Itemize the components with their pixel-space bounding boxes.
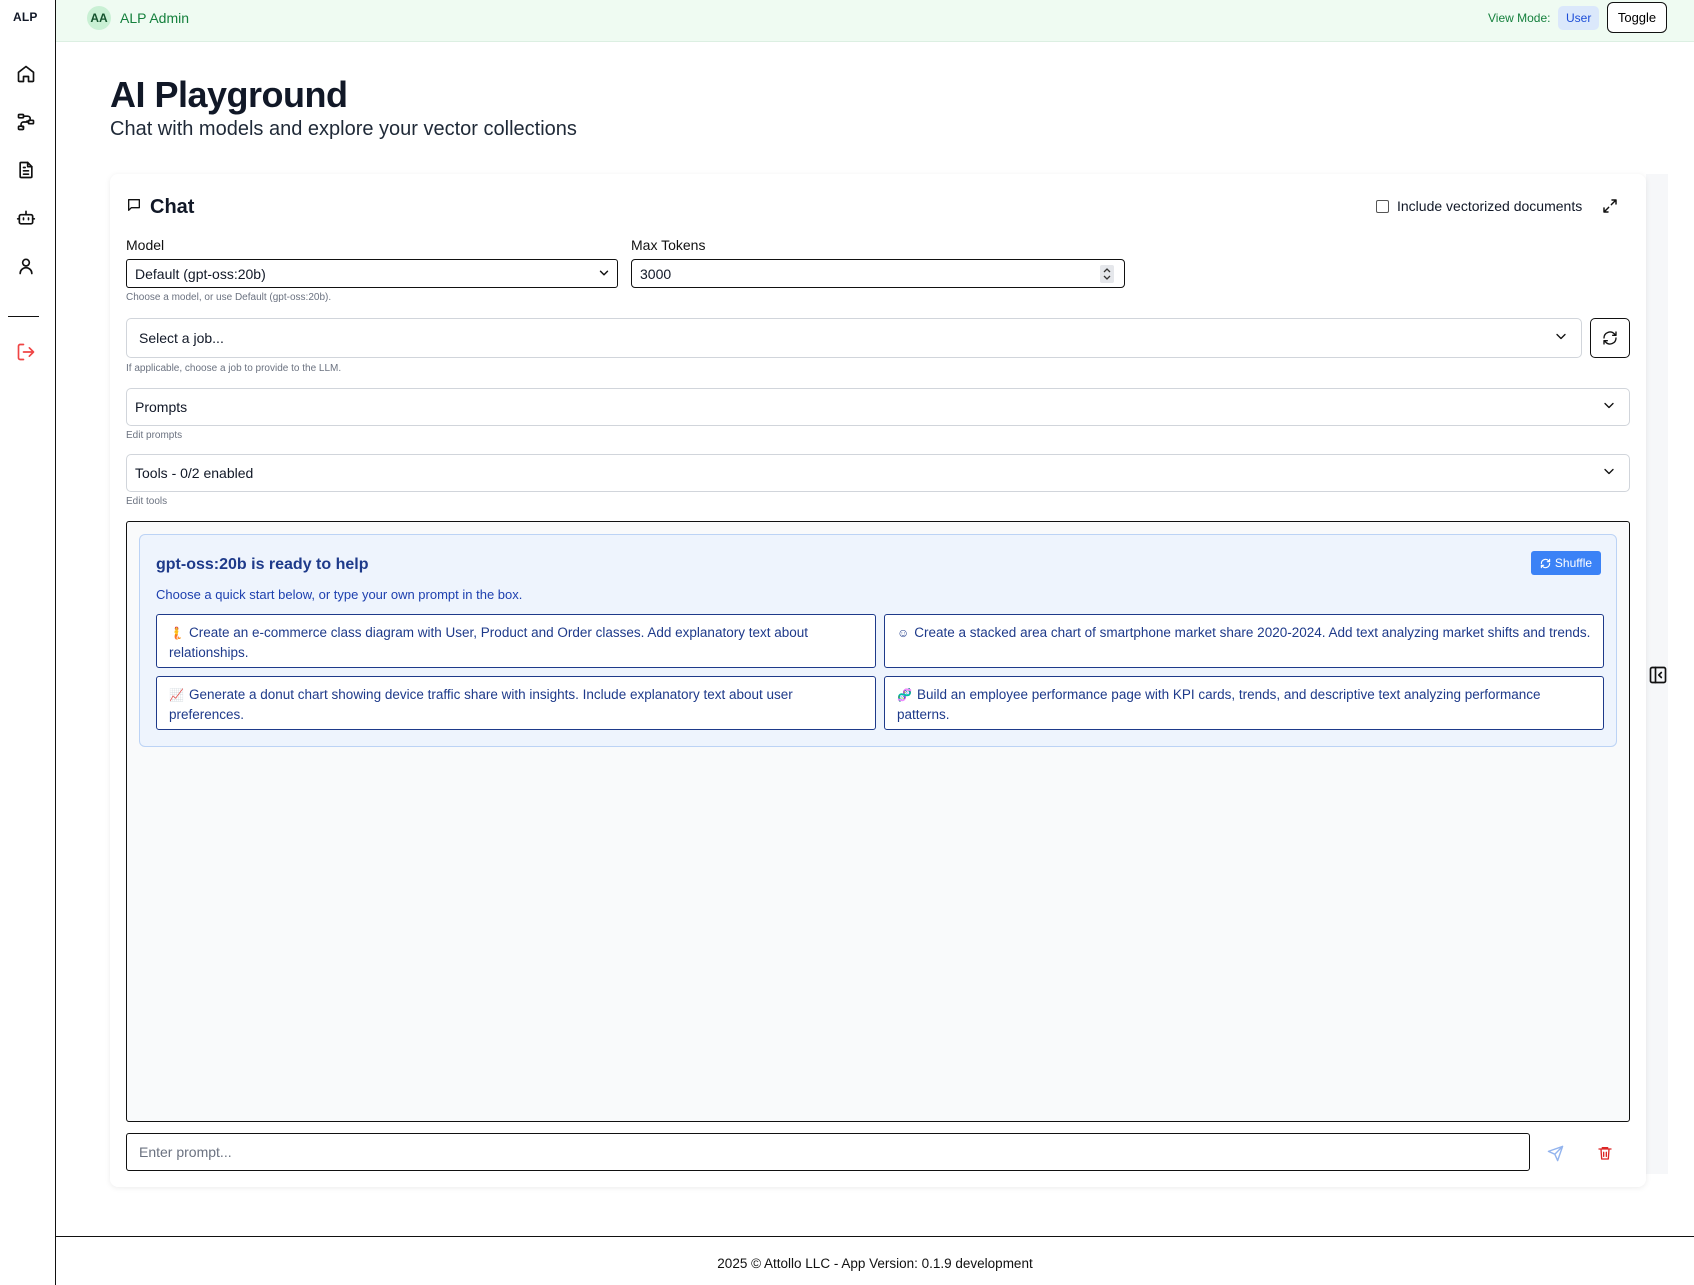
include-vectorized-label: Include vectorized documents bbox=[1397, 198, 1583, 214]
prompt-input[interactable] bbox=[126, 1133, 1530, 1171]
workflow-icon[interactable] bbox=[14, 110, 38, 134]
page-subtitle: Chat with models and explore your vector… bbox=[110, 118, 577, 140]
model-select[interactable]: Default (gpt-oss:20b) bbox=[126, 259, 618, 288]
quick-start-card[interactable]: ☺ Create a stacked area chart of smartpho… bbox=[884, 614, 1604, 668]
refresh-jobs-button[interactable] bbox=[1590, 318, 1630, 358]
job-select[interactable]: Select a job... bbox=[126, 318, 1582, 358]
quick-start-text: Build an employee performance page with … bbox=[897, 687, 1541, 722]
quick-start-emoji: 🧜 bbox=[169, 626, 184, 640]
tools-label: Tools - 0/2 enabled bbox=[135, 465, 254, 481]
quick-start-emoji: 🧬 bbox=[897, 688, 912, 702]
model-label: Model bbox=[126, 237, 165, 253]
include-vectorized-toggle[interactable]: Include vectorized documents bbox=[1376, 198, 1582, 214]
chevron-down-icon bbox=[597, 266, 611, 283]
include-vectorized-checkbox[interactable] bbox=[1376, 199, 1389, 213]
trash-icon[interactable] bbox=[1594, 1142, 1616, 1164]
quick-start-card[interactable]: 🧜 Create an e-commerce class diagram with… bbox=[156, 614, 876, 668]
refresh-icon bbox=[1540, 558, 1551, 568]
chevron-down-icon bbox=[1601, 464, 1617, 483]
footer: 2025 © Attollo LLC - App Version: 0.1.9 … bbox=[717, 1256, 1033, 1271]
quick-start-emoji: ☺ bbox=[897, 626, 910, 640]
app-root: ALP AA ALP Admin View Mode: User Toggle … bbox=[0, 0, 1694, 1285]
bot-icon[interactable] bbox=[14, 206, 38, 230]
chevron-down-icon bbox=[1601, 398, 1617, 417]
tools-help: Edit tools bbox=[126, 496, 168, 507]
model-select-value: Default (gpt-oss:20b) bbox=[135, 265, 266, 282]
chat-messages-area[interactable]: gpt-oss:20b is ready to help Choose a qu… bbox=[126, 521, 1630, 1122]
page-title: AI Playground bbox=[110, 74, 348, 115]
quick-start-emoji: 📈 bbox=[169, 688, 184, 702]
welcome-panel: gpt-oss:20b is ready to help Choose a qu… bbox=[139, 534, 1617, 747]
refresh-icon bbox=[1603, 331, 1617, 345]
welcome-title: gpt-oss:20b is ready to help bbox=[156, 556, 369, 573]
quick-start-card[interactable]: 🧬 Build an employee performance page with… bbox=[884, 676, 1604, 730]
toggle-view-mode-button[interactable]: Toggle bbox=[1607, 2, 1667, 33]
document-icon[interactable] bbox=[14, 158, 38, 182]
quick-start-text: Create a stacked area chart of smartphon… bbox=[914, 625, 1591, 640]
chevron-down-icon bbox=[1553, 329, 1569, 348]
max-tokens-input[interactable]: 3000 bbox=[631, 259, 1125, 288]
avatar[interactable]: AA bbox=[87, 6, 111, 30]
send-icon[interactable] bbox=[1544, 1142, 1566, 1164]
max-tokens-value: 3000 bbox=[640, 265, 672, 282]
view-mode-label: View Mode: bbox=[1488, 11, 1551, 25]
shuffle-label: Shuffle bbox=[1554, 556, 1593, 570]
logout-icon[interactable] bbox=[14, 340, 38, 364]
prompts-help: Edit prompts bbox=[126, 430, 183, 441]
quick-start-text: Generate a donut chart showing device tr… bbox=[169, 687, 793, 722]
chat-card: Chat Include vectorized documents Model … bbox=[110, 174, 1646, 1187]
chat-bubble-icon bbox=[126, 197, 142, 218]
chat-title: Chat bbox=[150, 196, 195, 218]
user-name: ALP Admin bbox=[120, 10, 190, 26]
prompts-accordion[interactable]: Prompts bbox=[126, 388, 1630, 426]
sidebar: ALP bbox=[0, 0, 56, 1285]
max-tokens-label: Max Tokens bbox=[631, 237, 706, 253]
model-help: Choose a model, or use Default (gpt-oss:… bbox=[126, 292, 332, 303]
expand-icon[interactable] bbox=[1600, 196, 1620, 216]
job-select-placeholder: Select a job... bbox=[139, 330, 224, 346]
topbar: AA ALP Admin View Mode: User Toggle bbox=[56, 0, 1694, 42]
welcome-subtitle: Choose a quick start below, or type your… bbox=[156, 587, 523, 602]
quick-start-card[interactable]: 📈 Generate a donut chart showing device t… bbox=[156, 676, 876, 730]
view-mode-badge: User bbox=[1558, 6, 1600, 30]
prompts-label: Prompts bbox=[135, 399, 188, 415]
footer-divider bbox=[56, 1236, 1694, 1237]
quick-start-text: Create an e-commerce class diagram with … bbox=[169, 625, 808, 660]
shuffle-button[interactable]: Shuffle bbox=[1531, 551, 1601, 575]
sidebar-divider bbox=[8, 316, 39, 317]
stepper-icon[interactable] bbox=[1100, 265, 1114, 283]
job-help: If applicable, choose a job to provide t… bbox=[126, 363, 342, 374]
chat-header: Chat bbox=[126, 196, 194, 219]
tools-accordion[interactable]: Tools - 0/2 enabled bbox=[126, 454, 1630, 492]
home-icon[interactable] bbox=[14, 62, 38, 86]
brand-logo: ALP bbox=[13, 10, 38, 24]
user-icon[interactable] bbox=[14, 254, 38, 278]
collapse-panel-icon[interactable] bbox=[1648, 665, 1668, 685]
